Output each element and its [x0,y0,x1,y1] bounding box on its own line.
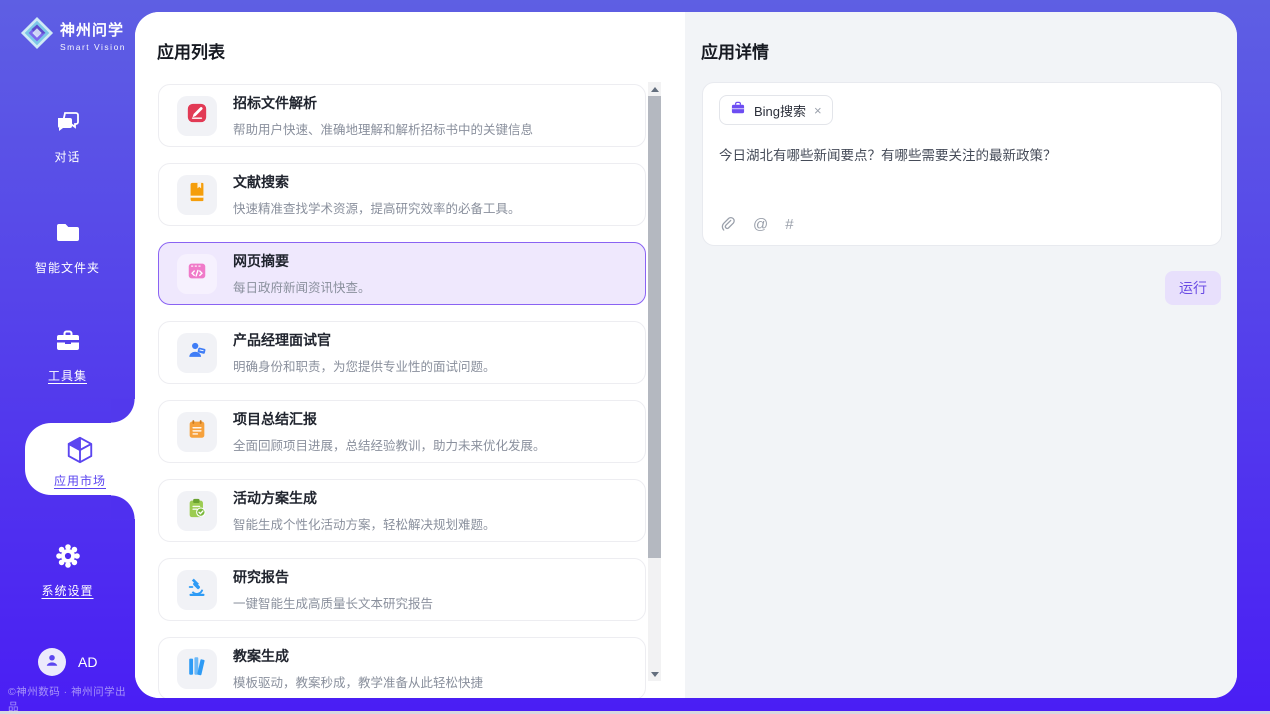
user-icon [43,651,61,674]
chat-icon [54,108,82,136]
scrollbar-down-button[interactable] [648,668,661,680]
app-card-title: 教案生成 [233,646,483,666]
folder-icon [54,219,82,247]
app-card-description: 全面回顾项目进展，总结经验教训，助力未来优化发展。 [233,435,546,454]
app-card-title: 研究报告 [233,567,433,587]
app-card-title: 招标文件解析 [233,93,533,113]
lesson-plan-icon [186,655,208,682]
app-card-literature-search[interactable]: 文献搜索 快速精准查找学术资源，提高研究效率的必备工具。 [158,163,646,226]
sidebar-item-smart-folder[interactable]: 智能文件夹 [0,219,135,276]
activity-plan-icon [186,497,208,524]
app-card-description: 快速精准查找学术资源，提高研究效率的必备工具。 [233,198,521,217]
scrollbar-up-button[interactable] [648,83,661,95]
toolbox-icon [54,327,82,355]
main-window: 应用列表 招标文件解析 帮助用户快速、准确地理解和解析招标书中的关键信息 文献搜… [135,12,1237,698]
app-card-web-summary[interactable]: 网页摘要 每日政府新闻资讯快查。 [158,242,646,305]
scrollbar-thumb[interactable] [648,96,661,558]
brand-subtitle: Smart Vision [60,42,126,52]
cube-icon [65,435,95,465]
query-text[interactable]: 今日湖北有哪些新闻要点？有哪些需要关注的最新政策？ [719,146,1205,166]
app-card-pm-interviewer[interactable]: 产品经理面试官 明确身份和职责，为您提供专业性的面试问题。 [158,321,646,384]
app-list-panel: 应用列表 招标文件解析 帮助用户快速、准确地理解和解析招标书中的关键信息 文献搜… [135,12,685,698]
gear-icon [54,542,82,570]
run-row: 运行 [1165,271,1221,305]
tool-tag-bing-search[interactable]: Bing搜索 × [719,95,833,125]
brand-name: 神州问学 [60,22,124,39]
app-card-activity-plan[interactable]: 活动方案生成 智能生成个性化活动方案，轻松解决规划难题。 [158,479,646,542]
at-mention-icon[interactable]: @ [753,216,768,233]
briefcase-icon [730,100,746,121]
sidebar-item-label: 应用市场 [25,472,135,489]
app-frame: 神州问学 Smart Vision 对话 智能文件夹 工具集 应用市场 系统设置 [0,0,1270,711]
attachment-toolbar: @ # [719,216,794,233]
sidebar-item-label: 智能文件夹 [0,259,135,276]
app-card-project-report[interactable]: 项目总结汇报 全面回顾项目进展，总结经验教训，助力未来优化发展。 [158,400,646,463]
app-card-description: 每日政府新闻资讯快查。 [233,277,371,296]
sidebar-item-settings[interactable]: 系统设置 [0,542,135,599]
literature-search-icon [186,181,208,208]
sidebar-item-chat[interactable]: 对话 [0,108,135,165]
app-card-research-report[interactable]: 研究报告 一键智能生成高质量长文本研究报告 [158,558,646,621]
web-summary-icon [186,260,208,287]
app-list-title: 应用列表 [157,38,225,63]
sidebar-item-label: 工具集 [0,367,135,384]
app-card-description: 一键智能生成高质量长文本研究报告 [233,593,433,612]
paperclip-icon[interactable] [719,216,736,233]
app-card-description: 帮助用户快速、准确地理解和解析招标书中的关键信息 [233,119,533,138]
triangle-up-icon [651,87,659,92]
app-card-description: 明确身份和职责，为您提供专业性的面试问题。 [233,356,496,375]
app-card-description: 智能生成个性化活动方案，轻松解决规划难题。 [233,514,496,533]
app-card-title: 项目总结汇报 [233,409,546,429]
list-scrollbar [648,82,661,681]
logo-diamond-icon [20,16,54,55]
prompt-input[interactable]: Bing搜索 × 今日湖北有哪些新闻要点？有哪些需要关注的最新政策？ @ # [702,82,1222,246]
app-card-title: 文献搜索 [233,172,521,192]
app-card-list: 招标文件解析 帮助用户快速、准确地理解和解析招标书中的关键信息 文献搜索 快速精… [158,84,646,698]
app-card-title: 产品经理面试官 [233,330,496,350]
triangle-down-icon [651,672,659,677]
sidebar: 神州问学 Smart Vision 对话 智能文件夹 工具集 应用市场 系统设置 [0,0,135,711]
app-detail-panel: 应用详情 Bing搜索 × 今日湖北有哪些新闻要点？有哪些需要关注的最新政策？ … [685,12,1237,698]
sidebar-item-toolset[interactable]: 工具集 [0,327,135,384]
sidebar-item-label: 系统设置 [0,582,135,599]
close-icon[interactable]: × [814,103,822,118]
run-button[interactable]: 运行 [1165,271,1221,305]
app-detail-title: 应用详情 [701,38,769,63]
hash-topic-icon[interactable]: # [785,216,793,233]
app-card-title: 活动方案生成 [233,488,496,508]
app-card-bid-parse[interactable]: 招标文件解析 帮助用户快速、准确地理解和解析招标书中的关键信息 [158,84,646,147]
sidebar-item-app-market[interactable]: 应用市场 [25,423,135,495]
user-name: AD [78,654,97,670]
bid-parse-icon [186,102,208,129]
research-report-icon [186,576,208,603]
sidebar-item-label: 对话 [0,148,135,165]
app-card-description: 模板驱动，教案秒成，教学准备从此轻松快捷 [233,672,483,691]
app-card-title: 网页摘要 [233,251,371,271]
project-report-icon [186,418,208,445]
tool-tag-label: Bing搜索 [754,101,806,120]
user-account[interactable]: AD [38,648,97,676]
app-card-lesson-plan[interactable]: 教案生成 模板驱动，教案秒成，教学准备从此轻松快捷 [158,637,646,698]
copyright-footer: ©神州数码 · 神州问学出品 [8,684,135,714]
avatar [38,648,66,676]
brand-logo: 神州问学 Smart Vision [20,16,126,55]
interviewer-icon [186,339,208,366]
